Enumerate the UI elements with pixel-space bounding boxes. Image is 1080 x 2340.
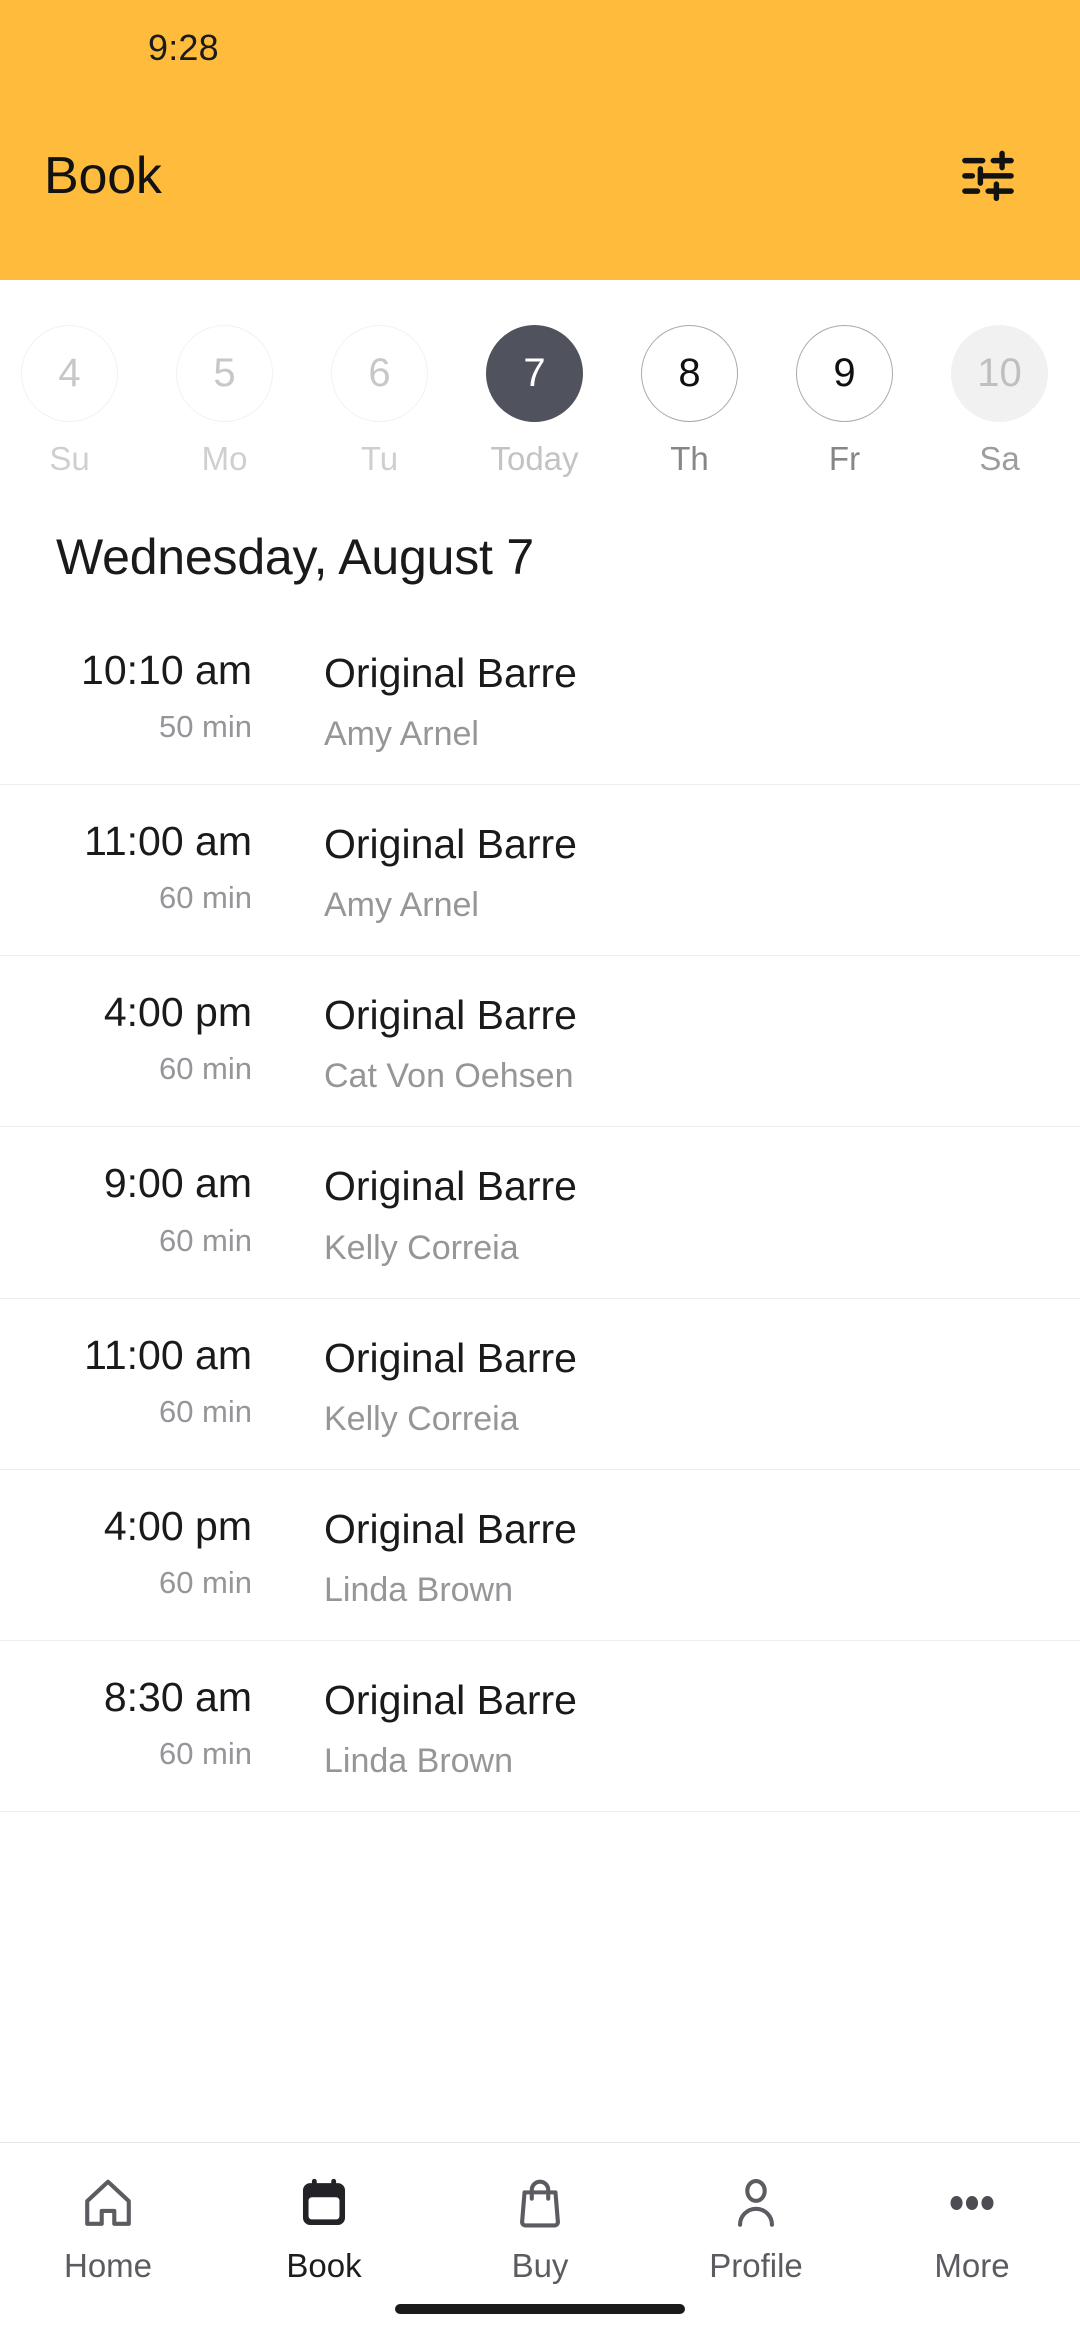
class-duration: 60 min	[158, 1735, 252, 1771]
class-start-time: 11:00 am	[84, 818, 252, 865]
class-schedule-list: 10:10 am 50 min Original Barre Amy Arnel…	[0, 586, 1080, 2142]
day-chip-7-selected[interactable]: 7 Today	[457, 325, 612, 478]
home-icon	[79, 2171, 137, 2235]
class-time-block: 11:00 am 60 min	[56, 819, 268, 916]
class-start-time: 4:00 pm	[103, 1502, 252, 1549]
day-chip-6[interactable]: 6 Tu	[302, 325, 457, 478]
class-info-block: Original Barre Cat Von Oehsen	[268, 990, 1024, 1096]
calendar-icon	[295, 2171, 353, 2235]
table-row[interactable]: 4:00 pm 60 min Original Barre Linda Brow…	[0, 1470, 1080, 1641]
class-instructor: Cat Von Oehsen	[324, 1057, 574, 1096]
day-chip-10[interactable]: 10 Sa	[922, 325, 1077, 478]
nav-tab-more[interactable]: More	[864, 2171, 1080, 2285]
nav-label: Home	[63, 2247, 153, 2284]
class-info-block: Original Barre Amy Arnel	[268, 819, 1024, 925]
table-row[interactable]: 9:00 am 60 min Original Barre Kelly Corr…	[0, 1127, 1080, 1299]
status-bar: 9:28	[0, 0, 1080, 96]
selected-date-heading: Wednesday, August 7	[56, 529, 535, 585]
table-row[interactable]: 8:30 am 60 min Original Barre Linda Brow…	[0, 1641, 1080, 1812]
class-instructor: Amy Arnel	[324, 715, 479, 754]
class-time-block: 10:10 am 50 min	[56, 647, 268, 745]
nav-tab-profile[interactable]: Profile	[648, 2171, 864, 2285]
day-label: Sa	[979, 440, 1020, 477]
nav-label: Buy	[511, 2247, 569, 2284]
class-time-block: 11:00 am 60 min	[56, 1331, 268, 1430]
class-duration: 60 min	[158, 1564, 252, 1600]
class-start-time: 9:00 am	[103, 1160, 252, 1207]
class-time-block: 9:00 am 60 min	[56, 1161, 268, 1258]
day-label: Mo	[201, 440, 248, 477]
class-title: Original Barre	[324, 1505, 577, 1552]
app-header: 9:28 Book	[0, 0, 1080, 280]
nav-tab-home[interactable]: Home	[0, 2171, 216, 2285]
class-start-time: 8:30 am	[103, 1673, 252, 1720]
nav-label: More	[934, 2247, 1010, 2284]
day-label: Th	[670, 440, 709, 477]
class-instructor: Amy Arnel	[324, 886, 479, 925]
day-chip-8[interactable]: 8 Th	[612, 325, 767, 478]
class-duration: 60 min	[158, 880, 252, 916]
day-label: Fr	[828, 440, 861, 477]
class-duration: 60 min	[158, 1051, 252, 1087]
filter-button[interactable]	[940, 128, 1036, 224]
class-time-block: 4:00 pm 60 min	[56, 990, 268, 1087]
day-number: 8	[641, 325, 738, 422]
class-instructor: Linda Brown	[324, 1570, 514, 1609]
class-info-block: Original Barre Amy Arnel	[268, 648, 1024, 754]
class-title: Original Barre	[324, 1163, 577, 1210]
table-row[interactable]: 10:10 am 50 min Original Barre Amy Arnel	[0, 614, 1080, 786]
class-time-block: 8:30 am 60 min	[56, 1673, 268, 1772]
day-label: Today	[490, 440, 579, 477]
class-info-block: Original Barre Kelly Correia	[268, 1333, 1024, 1439]
class-info-block: Original Barre Linda Brown	[268, 1675, 1024, 1781]
person-icon	[727, 2171, 785, 2235]
class-title: Original Barre	[324, 650, 577, 696]
app-bar: Book	[0, 96, 1080, 256]
day-label: Tu	[360, 440, 399, 477]
class-title: Original Barre	[324, 992, 577, 1039]
nav-tab-book[interactable]: Book	[216, 2171, 432, 2285]
status-bar-clock: 9:28	[148, 27, 219, 68]
day-chip-4[interactable]: 4 Su	[0, 325, 147, 478]
class-start-time: 4:00 pm	[103, 989, 252, 1036]
class-title: Original Barre	[324, 1676, 577, 1723]
shopping-bag-icon	[511, 2171, 569, 2235]
nav-label: Book	[286, 2247, 362, 2284]
class-title: Original Barre	[324, 1334, 577, 1381]
class-title: Original Barre	[324, 821, 577, 868]
day-chip-9[interactable]: 9 Fr	[767, 325, 922, 478]
tune-filter-icon	[957, 145, 1019, 207]
nav-label: Profile	[709, 2247, 803, 2284]
class-duration: 50 min	[158, 709, 252, 745]
class-instructor: Linda Brown	[324, 1741, 514, 1780]
day-label: Su	[49, 440, 90, 477]
app-screen: 9:28 Book 4 Su 5 Mo 6 Tu 7 Today 8 Th 9 …	[0, 0, 1080, 2340]
table-row[interactable]: 11:00 am 60 min Original Barre Amy Arnel	[0, 785, 1080, 957]
class-instructor: Kelly Correia	[324, 1228, 519, 1267]
day-number: 7	[486, 325, 583, 422]
day-number: 9	[796, 325, 893, 422]
class-duration: 60 min	[158, 1222, 252, 1258]
table-row[interactable]: 4:00 pm 60 min Original Barre Cat Von Oe…	[0, 956, 1080, 1128]
day-number: 5	[176, 325, 273, 422]
class-instructor: Kelly Correia	[324, 1399, 519, 1438]
week-date-selector[interactable]: 4 Su 5 Mo 6 Tu 7 Today 8 Th 9 Fr 10 Sa	[0, 280, 1080, 480]
class-start-time: 11:00 am	[84, 1331, 252, 1378]
class-info-block: Original Barre Linda Brown	[268, 1504, 1024, 1610]
day-number: 4	[21, 325, 118, 422]
class-start-time: 10:10 am	[81, 647, 252, 693]
home-indicator	[395, 2304, 685, 2314]
day-number: 6	[331, 325, 428, 422]
table-row[interactable]: 11:00 am 60 min Original Barre Kelly Cor…	[0, 1299, 1080, 1470]
page-title: Book	[44, 147, 162, 205]
class-duration: 60 min	[158, 1393, 252, 1429]
class-info-block: Original Barre Kelly Correia	[268, 1161, 1024, 1267]
day-chip-5[interactable]: 5 Mo	[147, 325, 302, 478]
nav-tab-buy[interactable]: Buy	[432, 2171, 648, 2285]
class-time-block: 4:00 pm 60 min	[56, 1502, 268, 1601]
more-dots-icon	[943, 2171, 1001, 2235]
day-number: 10	[951, 325, 1048, 422]
